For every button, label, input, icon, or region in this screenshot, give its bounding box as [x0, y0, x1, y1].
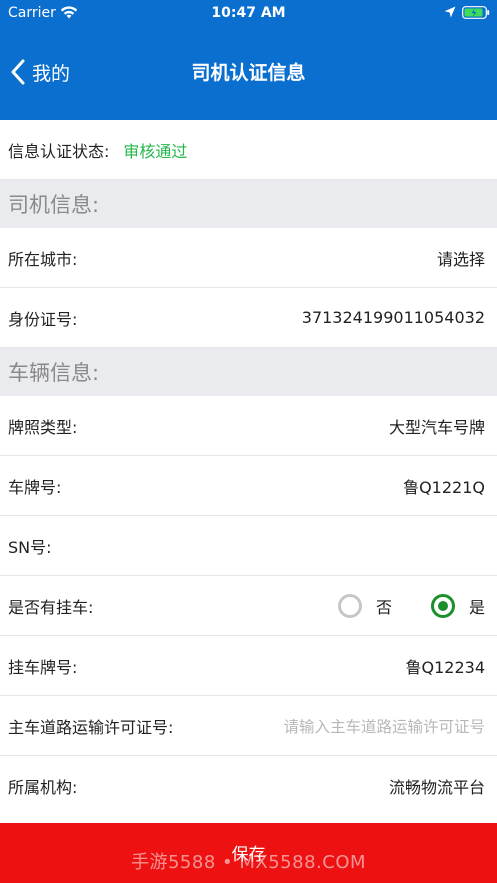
trailer-option-yes[interactable]: 是 [430, 593, 485, 618]
id-card-field[interactable]: 371324199011054032 [302, 308, 485, 327]
organization-select[interactable]: 流畅物流平台 [389, 774, 485, 798]
plate-type-row[interactable]: 牌照类型: 大型汽车号牌 [0, 396, 497, 456]
vehicle-section-title: 车辆信息: [8, 361, 100, 385]
plate-type-select[interactable]: 大型汽车号牌 [389, 414, 485, 438]
trailer-plate-label: 挂车牌号: [8, 657, 78, 677]
auth-status-row: 信息认证状态: 审核通过 [0, 120, 497, 180]
trailer-option-no[interactable]: 否 [337, 593, 392, 618]
navigation-bar: Carrier 10:47 AM 我的 司机认证信息 [0, 0, 497, 120]
permit-row: 主车道路运输许可证号: 请输入主车道路运输许可证号 [0, 696, 497, 756]
trailer-option-no-label: 否 [375, 597, 392, 617]
plate-type-label: 牌照类型: [8, 417, 78, 437]
id-card-row: 身份证号: 371324199011054032 [0, 288, 497, 348]
status-bar: Carrier 10:47 AM [0, 0, 497, 28]
battery-icon [462, 6, 490, 19]
trailer-radio-group: 否 是 [337, 593, 485, 618]
organization-label: 所属机构: [8, 778, 78, 797]
auth-status-value: 审核通过 [123, 141, 188, 161]
radio-checked-icon [430, 593, 455, 618]
organization-row[interactable]: 所属机构: 流畅物流平台 [0, 756, 497, 816]
driver-section-header: 司机信息: [0, 180, 497, 228]
location-arrow-icon [444, 6, 456, 18]
id-card-label: 身份证号: [8, 309, 78, 329]
plate-number-row: 车牌号: 鲁Q1221Q [0, 456, 497, 516]
trailer-row: 是否有挂车: 否 是 [0, 576, 497, 636]
trailer-plate-field[interactable]: 鲁Q12234 [406, 654, 486, 678]
plate-number-field[interactable]: 鲁Q1221Q [403, 474, 485, 498]
trailer-plate-row: 挂车牌号: 鲁Q12234 [0, 636, 497, 696]
status-time: 10:47 AM [211, 5, 286, 21]
auth-status-label: 信息认证状态: [8, 141, 110, 161]
city-label: 所在城市: [8, 249, 78, 269]
page-title: 司机认证信息 [191, 62, 306, 84]
permit-label: 主车道路运输许可证号: [8, 717, 174, 737]
vehicle-section-header: 车辆信息: [0, 348, 497, 396]
plate-number-label: 车牌号: [8, 477, 62, 497]
radio-unchecked-icon [337, 593, 362, 618]
sn-label: SN号: [8, 537, 52, 557]
sn-row: SN号: [0, 516, 497, 576]
watermark-text: 手游5588 • MX5588.COM [130, 852, 367, 873]
permit-input[interactable]: 请输入主车道路运输许可证号 [283, 715, 485, 737]
driver-section-title: 司机信息: [8, 193, 100, 217]
trailer-label: 是否有挂车: [8, 597, 94, 617]
city-row[interactable]: 所在城市: 请选择 [0, 228, 497, 288]
city-select[interactable]: 请选择 [437, 246, 485, 270]
trailer-option-yes-label: 是 [468, 597, 485, 617]
